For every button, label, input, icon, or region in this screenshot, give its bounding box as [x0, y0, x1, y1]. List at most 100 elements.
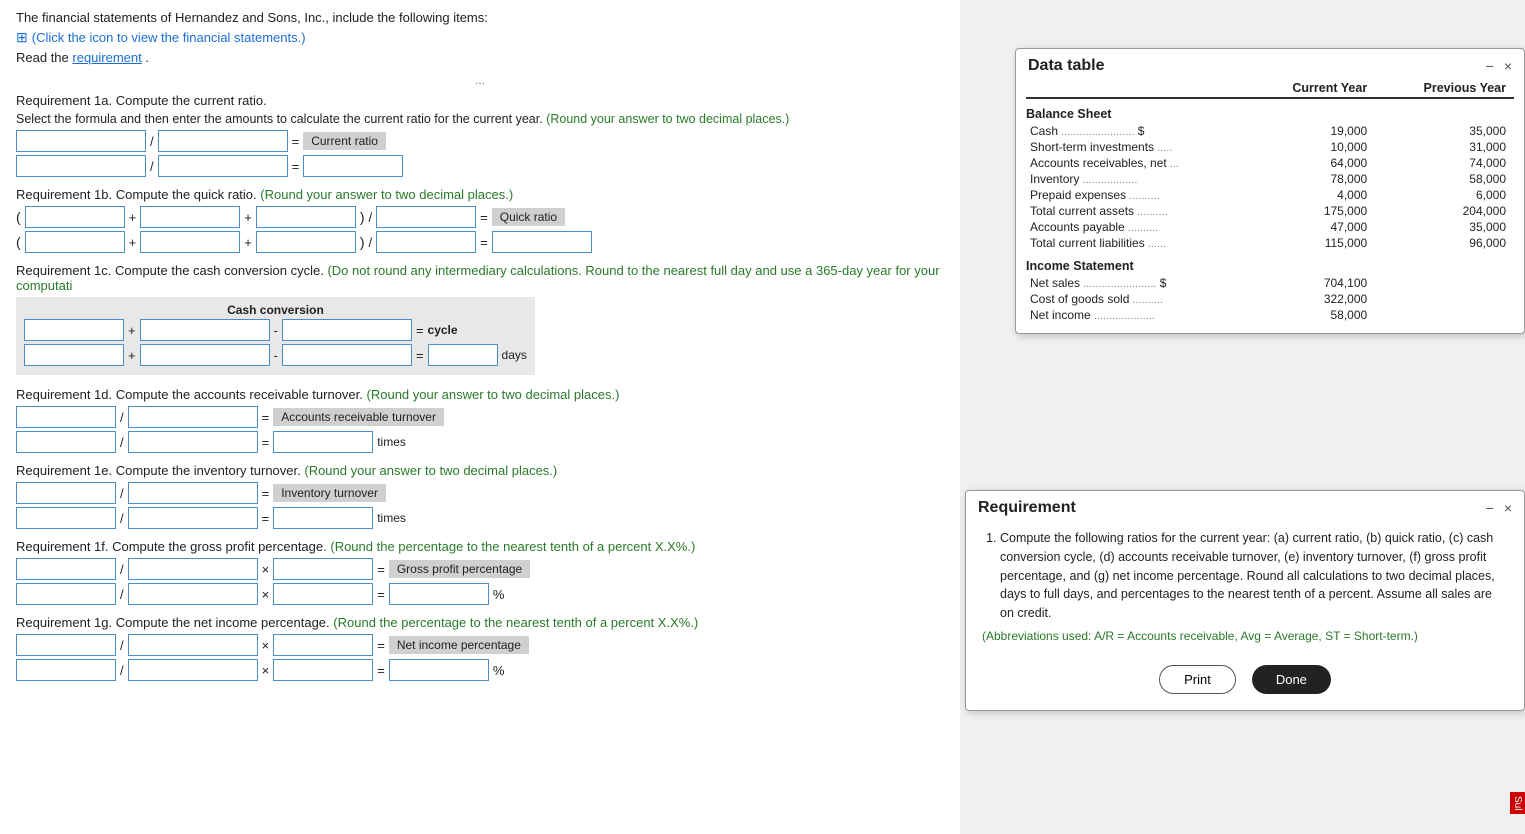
requirement-link[interactable]: requirement — [72, 50, 141, 65]
table-row: Cost of goods sold ..........322,000 — [1026, 291, 1514, 307]
financial-statements-link[interactable]: ⊞ (Click the icon to view the financial … — [16, 29, 306, 46]
req-1g-num2[interactable] — [16, 659, 116, 681]
req-panel-list: Compute the following ratios for the cur… — [982, 529, 1508, 623]
req-1c-a2[interactable] — [140, 319, 270, 341]
req-1e-denom2[interactable] — [128, 507, 258, 529]
req-1g-label: Net income percentage — [389, 636, 529, 654]
req-1a-numerator[interactable] — [16, 130, 146, 152]
data-table-title: Data table — [1028, 57, 1104, 75]
req-1c-days-label: days — [502, 348, 527, 362]
req-1b-denom2[interactable] — [376, 231, 476, 253]
req-1d-denom2[interactable] — [128, 431, 258, 453]
req-1e-result[interactable] — [273, 507, 373, 529]
req-1g-mult2[interactable] — [273, 659, 373, 681]
req-1c-b2[interactable] — [140, 344, 270, 366]
req-panel-minimize[interactable]: − — [1486, 500, 1494, 516]
req-panel-controls: − × — [1486, 500, 1512, 516]
req-1a-denominator[interactable] — [158, 130, 288, 152]
req-1b-formula-row2: ( + + ) / = — [16, 231, 944, 253]
req-1c-b3[interactable] — [282, 344, 412, 366]
req-1c-b1[interactable] — [24, 344, 124, 366]
req-1d-title: Requirement 1d. Compute the accounts rec… — [16, 387, 944, 402]
table-row: Inventory ..................78,00058,000 — [1026, 171, 1514, 187]
table-section-header: Income Statement — [1026, 251, 1514, 275]
req-1g-title: Requirement 1g. Compute the net income p… — [16, 615, 944, 630]
req-1d-num1[interactable] — [16, 406, 116, 428]
req-panel-buttons: Print Done — [966, 665, 1524, 694]
req-1c-formula-row2: + - = days — [24, 344, 527, 366]
req-1e-times: times — [377, 511, 406, 525]
req-1f-num1[interactable] — [16, 558, 116, 580]
req-1c-a3[interactable] — [282, 319, 412, 341]
req-1f-denom1[interactable] — [128, 558, 258, 580]
data-table-close[interactable]: × — [1504, 58, 1512, 74]
dt-col-current: Current Year — [1247, 79, 1375, 98]
divider: ... — [16, 73, 944, 87]
req-1a-denominator2[interactable] — [158, 155, 288, 177]
table-row: Total current assets ..........175,00020… — [1026, 203, 1514, 219]
requirement-1d: Requirement 1d. Compute the accounts rec… — [16, 387, 944, 453]
req-1c-result[interactable] — [428, 344, 498, 366]
req-1d-result[interactable] — [273, 431, 373, 453]
req-1b-result[interactable] — [492, 231, 592, 253]
req-1a-formula-row1: / = Current ratio — [16, 130, 944, 152]
req-1d-num2[interactable] — [16, 431, 116, 453]
req-1d-denom1[interactable] — [128, 406, 258, 428]
req-1b-title: Requirement 1b. Compute the quick ratio.… — [16, 187, 944, 202]
req-1c-a1[interactable] — [24, 319, 124, 341]
req-panel-body: Compute the following ratios for the cur… — [966, 521, 1524, 651]
req-1e-num2[interactable] — [16, 507, 116, 529]
data-table-panel: Data table − × Current Year Previous Yea… — [1015, 48, 1525, 334]
req-1b-a3[interactable] — [256, 206, 356, 228]
table-row: Accounts receivables, net ...64,00074,00… — [1026, 155, 1514, 171]
table-section-header: Balance Sheet — [1026, 98, 1514, 123]
table-row: Net sales ........................ $704,… — [1026, 275, 1514, 291]
req-1f-result[interactable] — [389, 583, 489, 605]
req-1a-result[interactable] — [303, 155, 403, 177]
data-table-minimize[interactable]: − — [1486, 58, 1494, 74]
side-tab[interactable]: Sul — [1510, 792, 1525, 814]
table-row: Cash ........................ $19,00035,… — [1026, 123, 1514, 139]
req-1b-a1[interactable] — [25, 206, 125, 228]
req-1g-denom1[interactable] — [128, 634, 258, 656]
req-1b-b2[interactable] — [140, 231, 240, 253]
print-button[interactable]: Print — [1159, 665, 1236, 694]
req-panel-item-1: Compute the following ratios for the cur… — [1000, 529, 1508, 623]
req-1f-mult2[interactable] — [273, 583, 373, 605]
req-1a-numerator2[interactable] — [16, 155, 146, 177]
req-1a-formula-row2: / = — [16, 155, 944, 177]
req-1f-denom2[interactable] — [128, 583, 258, 605]
done-button[interactable]: Done — [1252, 665, 1331, 694]
intro-text: The financial statements of Hernandez an… — [16, 10, 944, 25]
req-1c-cycle-label2: cycle — [428, 323, 458, 337]
req-1f-mult1[interactable] — [273, 558, 373, 580]
req-1a-label: Current ratio — [303, 132, 386, 150]
data-table-title-bar: Data table − × — [1016, 49, 1524, 79]
req-panel-title: Requirement — [978, 499, 1076, 517]
req-1e-num1[interactable] — [16, 482, 116, 504]
req-1b-denom1[interactable] — [376, 206, 476, 228]
req-1a-instruction: Select the formula and then enter the am… — [16, 112, 944, 126]
requirement-1a: Requirement 1a. Compute the current rati… — [16, 93, 944, 177]
req-1d-formula-row1: / = Accounts receivable turnover — [16, 406, 944, 428]
req-1e-denom1[interactable] — [128, 482, 258, 504]
data-table-controls: − × — [1486, 58, 1512, 74]
req-1g-mult1[interactable] — [273, 634, 373, 656]
req-1g-result[interactable] — [389, 659, 489, 681]
req-1e-formula-row1: / = Inventory turnover — [16, 482, 944, 504]
requirement-1g: Requirement 1g. Compute the net income p… — [16, 615, 944, 681]
req-1a-title: Requirement 1a. Compute the current rati… — [16, 93, 944, 108]
req-1g-denom2[interactable] — [128, 659, 258, 681]
req-panel-close[interactable]: × — [1504, 500, 1512, 516]
icon-link-text: (Click the icon to view the financial st… — [32, 30, 306, 45]
grid-icon: ⊞ — [16, 29, 28, 46]
req-1b-b1[interactable] — [25, 231, 125, 253]
req-1f-num2[interactable] — [16, 583, 116, 605]
req-1b-b3[interactable] — [256, 231, 356, 253]
table-row: Total current liabilities ......115,0009… — [1026, 235, 1514, 251]
req-1b-label: Quick ratio — [492, 208, 565, 226]
req-1g-num1[interactable] — [16, 634, 116, 656]
req-1b-a2[interactable] — [140, 206, 240, 228]
req-1c-title: Requirement 1c. Compute the cash convers… — [16, 263, 944, 293]
requirement-1e: Requirement 1e. Compute the inventory tu… — [16, 463, 944, 529]
